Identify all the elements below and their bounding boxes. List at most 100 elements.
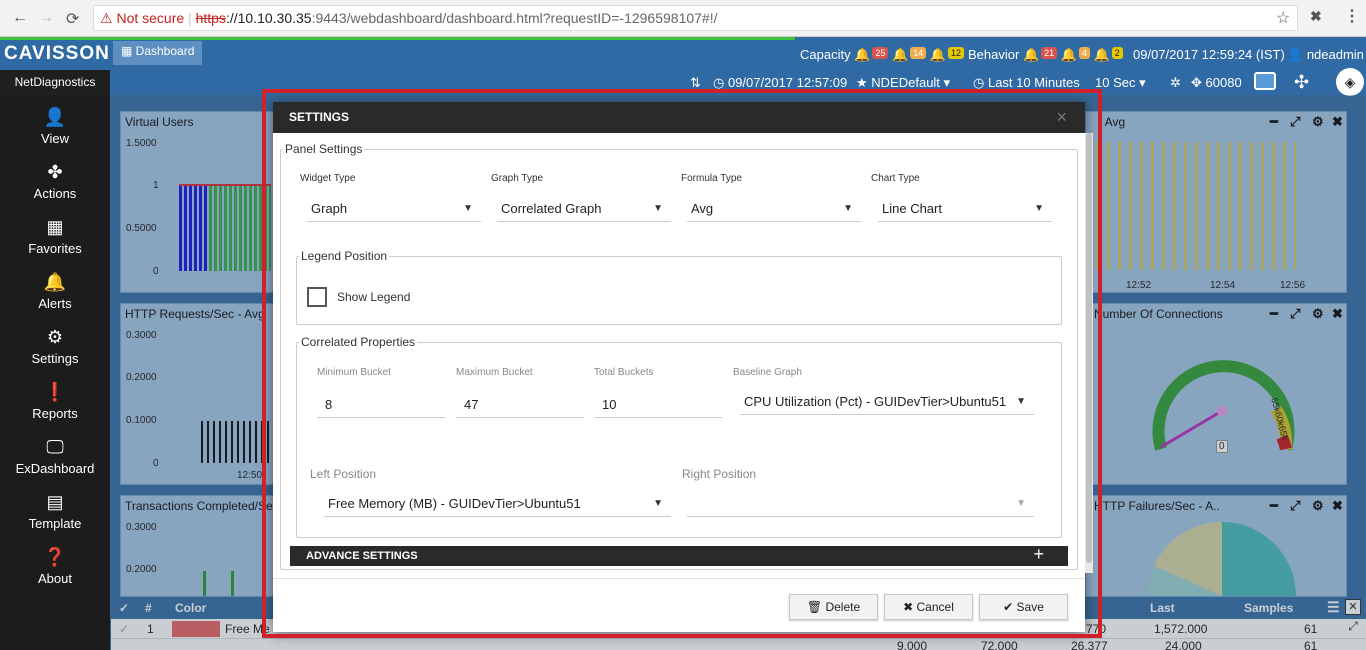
footer-divider bbox=[273, 578, 1085, 579]
user-icon: 👤 bbox=[43, 107, 67, 127]
graph-type-value: Correlated Graph bbox=[501, 201, 602, 216]
widget-grid-icon[interactable]: ✣ bbox=[1294, 72, 1309, 93]
chevron-down-icon: ▼ bbox=[1016, 498, 1026, 509]
sidebar-item-view[interactable]: 👤 View bbox=[0, 100, 110, 155]
gear-icon: ⚙ bbox=[46, 327, 64, 347]
url-path: :9443/webdashboard/dashboard.html?reques… bbox=[311, 10, 718, 26]
total-buckets-input[interactable]: 10 bbox=[594, 392, 722, 418]
sidebar-item-label: ExDashboard bbox=[15, 461, 95, 476]
reload-icon[interactable]: ⟳ bbox=[66, 9, 79, 29]
interval-value: 10 Sec bbox=[1095, 75, 1136, 90]
behavior-group[interactable]: Behavior 🔔 21 🔔 4 🔔 2 bbox=[968, 47, 1123, 63]
profile-value: NDEDefault bbox=[871, 75, 940, 90]
sidebar-item-actions[interactable]: ✤ Actions bbox=[0, 155, 110, 210]
check-icon: ✔ bbox=[1003, 600, 1014, 614]
behavior-major-badge: 4 bbox=[1078, 47, 1090, 59]
save-button-label: Save bbox=[1016, 600, 1044, 614]
left-position-label: Left Position bbox=[310, 467, 377, 481]
sidebar-item-settings[interactable]: ⚙ Settings bbox=[0, 320, 110, 375]
settings-gear-icon[interactable]: ✲ bbox=[1170, 75, 1181, 91]
sidebar-item-reports[interactable]: ❗ Reports bbox=[0, 375, 110, 430]
baseline-graph-value: CPU Utilization (Pct) - GUIDevTier>Ubunt… bbox=[744, 394, 1007, 409]
start-time[interactable]: ◷ 09/07/2017 12:57:09 bbox=[713, 75, 847, 91]
close-icon[interactable]: × bbox=[1056, 102, 1067, 133]
graph-type-select[interactable]: Correlated Graph ▼ bbox=[497, 196, 671, 222]
save-button[interactable]: ✔ Save bbox=[979, 594, 1068, 620]
profile-dropdown[interactable]: ★ NDEDefault ▾ bbox=[856, 75, 950, 91]
grid-icon: ▦ bbox=[46, 217, 64, 237]
extension-icon[interactable]: ✖ bbox=[1310, 8, 1322, 25]
back-icon[interactable]: ← bbox=[12, 9, 28, 27]
loading-bar bbox=[0, 37, 795, 40]
sidebar-item-label: Alerts bbox=[38, 296, 72, 311]
settings-dialog: SETTINGS × Panel Settings Widget Type Gr… bbox=[273, 102, 1085, 632]
min-bucket-label: Minimum Bucket bbox=[317, 367, 391, 378]
dialog-title: SETTINGS bbox=[289, 110, 350, 124]
menu-kebab-icon[interactable]: ⋮ bbox=[1344, 6, 1360, 26]
sidebar-item-template[interactable]: ▤ Template bbox=[0, 485, 110, 540]
tab-dashboard-label: Dashboard bbox=[135, 44, 195, 58]
user-menu[interactable]: 👤 ndeadmin bbox=[1287, 47, 1364, 63]
right-position-label: Right Position bbox=[682, 467, 757, 481]
chart-type-value: Line Chart bbox=[882, 201, 942, 216]
sidebar-item-label: Settings bbox=[31, 351, 79, 366]
time-range-dropdown[interactable]: ◷ Last 10 Minutes bbox=[973, 75, 1080, 91]
widget-type-label: Widget Type bbox=[300, 173, 356, 184]
layers-icon[interactable]: ◈ bbox=[1336, 68, 1364, 96]
sidebar-item-label: Actions bbox=[33, 186, 77, 201]
sidebar-item-label: About bbox=[38, 571, 72, 586]
baseline-graph-label: Baseline Graph bbox=[733, 367, 802, 378]
show-legend-checkbox[interactable] bbox=[307, 287, 327, 307]
bell-icon: 🔔 bbox=[1022, 47, 1040, 62]
clock-icon: ◷ bbox=[713, 75, 725, 90]
sidebar-item-alerts[interactable]: 🔔 Alerts bbox=[0, 265, 110, 320]
max-bucket-input[interactable]: 47 bbox=[456, 392, 584, 418]
chart-type-label: Chart Type bbox=[871, 173, 920, 184]
address-bar[interactable]: ⚠ Not secure | https://10.10.30.35:9443/… bbox=[93, 5, 1298, 31]
right-position-select[interactable]: ▼ bbox=[687, 491, 1034, 517]
tab-dashboard[interactable]: ▦ Dashboard bbox=[113, 41, 203, 65]
bookmark-star-icon[interactable]: ☆ bbox=[1276, 8, 1290, 28]
advance-settings-toggle[interactable]: ADVANCE SETTINGS + bbox=[290, 544, 1068, 566]
logo: CAVISSON bbox=[4, 43, 110, 64]
clock-icon: ◷ bbox=[973, 75, 985, 90]
user-icon: 👤 bbox=[1287, 47, 1304, 62]
sidebar-item-about[interactable]: ❓ About bbox=[0, 540, 110, 595]
formula-type-select[interactable]: Avg ▼ bbox=[687, 196, 861, 222]
widget-type-select[interactable]: Graph ▼ bbox=[307, 196, 481, 222]
product-name: NetDiagnostics bbox=[0, 70, 110, 95]
document-icon: ▤ bbox=[46, 492, 64, 512]
capacity-label: Capacity bbox=[800, 47, 851, 62]
chevron-down-icon: ▼ bbox=[843, 203, 853, 214]
app-header bbox=[0, 37, 1366, 95]
delete-button[interactable]: 🗑 Delete bbox=[789, 594, 878, 620]
formula-type-value: Avg bbox=[691, 201, 714, 216]
interval-dropdown[interactable]: 10 Sec ▾ bbox=[1095, 75, 1146, 91]
sidebar-item-label: Template bbox=[28, 516, 82, 531]
warning-icon: ⚠ bbox=[100, 10, 113, 26]
sort-icon[interactable]: ⇅ bbox=[690, 75, 701, 91]
sidebar-item-favorites[interactable]: ▦ Favorites bbox=[0, 210, 110, 265]
show-legend-label: Show Legend bbox=[337, 290, 411, 304]
capacity-minor-badge: 12 bbox=[948, 47, 965, 59]
capacity-group[interactable]: Capacity 🔔 25 🔔 14 🔔 12 bbox=[800, 47, 965, 63]
baseline-graph-select[interactable]: CPU Utilization (Pct) - GUIDevTier>Ubunt… bbox=[740, 389, 1034, 415]
chevron-down-icon: ▼ bbox=[1016, 396, 1026, 407]
chart-type-select[interactable]: Line Chart ▼ bbox=[878, 196, 1052, 222]
alert-circle-icon: ❗ bbox=[43, 382, 67, 402]
total-buckets-label: Total Buckets bbox=[594, 367, 654, 378]
dialog-scrollbar-thumb[interactable] bbox=[1086, 133, 1092, 563]
dialog-scrollbar[interactable] bbox=[1085, 133, 1093, 573]
left-position-select[interactable]: Free Memory (MB) - GUIDevTier>Ubuntu51 ▼ bbox=[324, 491, 671, 517]
min-bucket-input[interactable]: 8 bbox=[317, 392, 445, 418]
cancel-button[interactable]: ✖ Cancel bbox=[884, 594, 973, 620]
layout-icon[interactable] bbox=[1254, 72, 1276, 90]
bell-icon: 🔔 bbox=[892, 47, 909, 62]
port-selector[interactable]: ✥ 60080 bbox=[1191, 75, 1242, 91]
bell-icon: 🔔 bbox=[929, 47, 947, 62]
sidebar-item-exdashboard[interactable]: 🖵 ExDashboard bbox=[0, 430, 110, 485]
formula-type-label: Formula Type bbox=[681, 173, 742, 184]
widget-type-value: Graph bbox=[311, 201, 348, 216]
capacity-critical-badge: 25 bbox=[872, 47, 889, 59]
forward-icon[interactable]: → bbox=[38, 9, 54, 27]
